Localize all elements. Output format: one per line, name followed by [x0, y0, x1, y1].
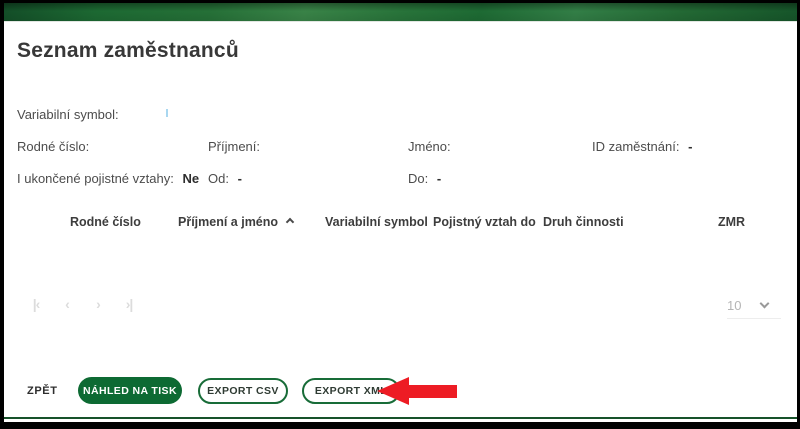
employee-list-page: Seznam zaměstnanců Variabilní symbol: Ro… [4, 3, 797, 422]
column-header-zmr[interactable]: ZMR [718, 215, 745, 229]
page-size-dropdown[interactable]: 10 [727, 297, 783, 315]
filter-id-zamestnani: ID zaměstnání: - [592, 139, 692, 154]
green-header-bar [4, 3, 797, 21]
filter-ukoncene-vztahy-label: I ukončené pojistné vztahy: [17, 171, 174, 186]
filter-do-label: Do: [408, 171, 428, 186]
last-page-icon[interactable]: ›| [121, 296, 137, 312]
filter-variabilni-symbol-label: Variabilní symbol: [17, 107, 119, 122]
filter-prijmeni: Příjmení: [208, 139, 265, 154]
filter-id-zamestnani-value[interactable]: - [688, 139, 692, 154]
pagination: |‹ ‹ › ›| [28, 296, 137, 312]
arrow-shaft [408, 385, 457, 398]
filter-rodne-cislo-label: Rodné číslo: [17, 139, 89, 154]
filter-do: Do: - [408, 171, 441, 186]
filter-jmeno-label: Jméno: [408, 139, 451, 154]
arrow-head [377, 377, 409, 405]
column-header-label: Příjmení a jméno [178, 215, 278, 229]
chevron-down-icon [760, 299, 770, 309]
first-page-icon[interactable]: |‹ [28, 296, 44, 312]
page-size-value: 10 [727, 298, 741, 313]
screenshot-frame: Seznam zaměstnanců Variabilní symbol: Ro… [0, 0, 800, 429]
column-header-label: ZMR [718, 215, 745, 229]
column-header-label: Rodné číslo [70, 215, 141, 229]
column-header-label: Pojistný vztah do [433, 215, 536, 229]
column-header-rodne-cislo[interactable]: Rodné číslo [70, 215, 141, 229]
filter-ukoncene-vztahy-value[interactable]: Ne [182, 171, 199, 186]
filter-do-value[interactable]: - [437, 171, 441, 186]
next-page-icon[interactable]: › [90, 296, 106, 312]
annotation-arrow-left-icon [377, 377, 457, 405]
filter-variabilni-symbol: Variabilní symbol: [17, 107, 124, 122]
filter-ukoncene-vztahy: I ukončené pojistné vztahy: Ne [17, 171, 199, 186]
export-csv-button[interactable]: EXPORT CSV [198, 378, 288, 404]
column-header-label: Druh činnosti [543, 215, 624, 229]
sort-ascending-icon [286, 218, 294, 226]
print-preview-button[interactable]: NÁHLED NA TISK [78, 377, 182, 404]
filter-jmeno: Jméno: [408, 139, 456, 154]
footer-green-line [4, 417, 797, 419]
text-caret[interactable] [166, 109, 168, 117]
filter-prijmeni-label: Příjmení: [208, 139, 260, 154]
page-title: Seznam zaměstnanců [17, 39, 239, 63]
filter-od-value[interactable]: - [238, 171, 242, 186]
header-divider [4, 21, 797, 22]
filter-od-label: Od: [208, 171, 229, 186]
column-header-label: Variabilní symbol [325, 215, 428, 229]
column-header-prijmeni-a-jmeno[interactable]: Příjmení a jméno [178, 215, 293, 229]
previous-page-icon[interactable]: ‹ [59, 296, 75, 312]
filter-id-zamestnani-label: ID zaměstnání: [592, 139, 679, 154]
filter-rodne-cislo: Rodné číslo: [17, 139, 94, 154]
page-size-underline [727, 318, 781, 319]
column-header-druh-cinnosti[interactable]: Druh činnosti [543, 215, 624, 229]
column-header-pojistny-vztah-do[interactable]: Pojistný vztah do [433, 215, 536, 229]
back-button[interactable]: ZPĚT [27, 385, 58, 397]
filter-od: Od: - [208, 171, 242, 186]
column-header-variabilni-symbol[interactable]: Variabilní symbol [325, 215, 428, 229]
